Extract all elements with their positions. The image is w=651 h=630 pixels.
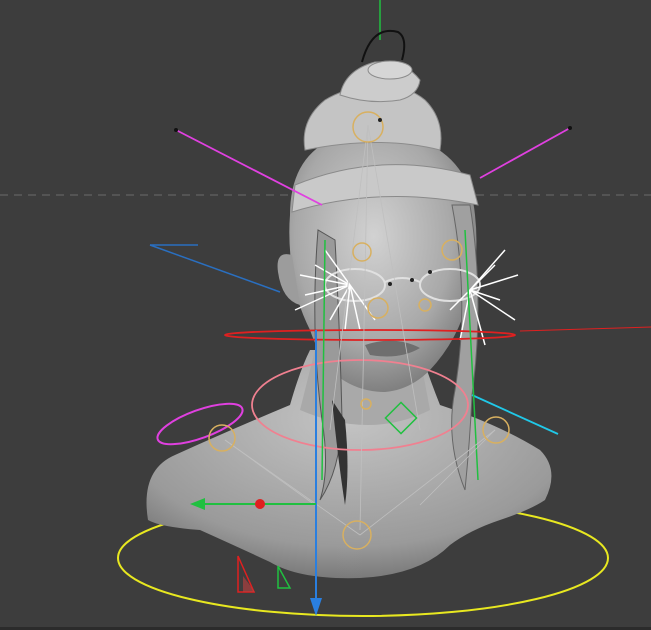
left-arm-control[interactable]	[175, 129, 323, 206]
hair-knot-mesh	[367, 60, 413, 80]
x-axis-line	[519, 326, 651, 332]
right-arm-end-point[interactable]	[568, 126, 572, 130]
right-arm-control[interactable]	[479, 127, 571, 179]
left-arm-end-point[interactable]	[174, 128, 178, 132]
viewport-canvas[interactable]	[0, 0, 651, 630]
topknot-control[interactable]	[361, 29, 406, 63]
x-axis-handle[interactable]	[255, 499, 265, 509]
z-axis-arrow-icon[interactable]	[310, 598, 322, 616]
ear-control-line[interactable]	[149, 244, 281, 293]
3d-viewport[interactable]	[0, 0, 651, 630]
